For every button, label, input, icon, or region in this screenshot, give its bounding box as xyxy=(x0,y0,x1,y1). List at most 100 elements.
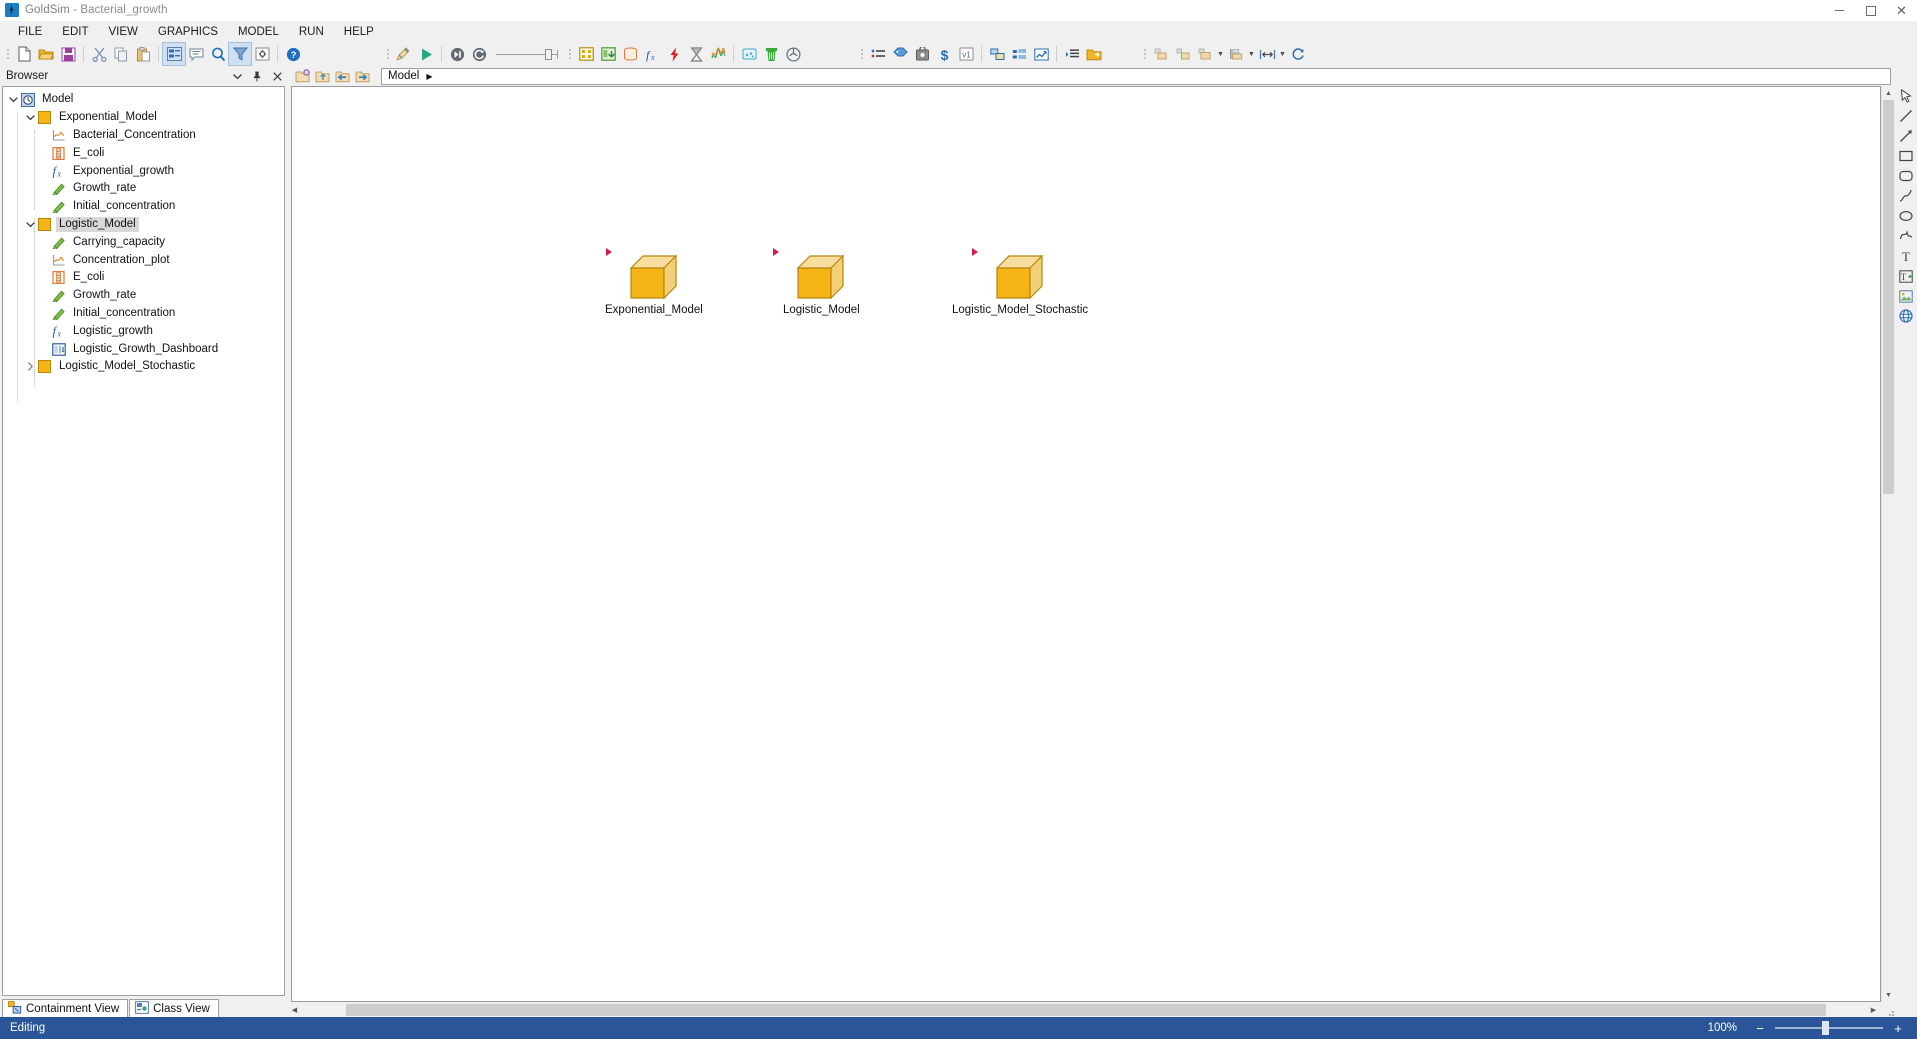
model-canvas[interactable]: Exponential_Model Logistic_Model Logisti… xyxy=(291,86,1881,1002)
tab-containment-view[interactable]: Containment View xyxy=(2,999,129,1017)
database-export-icon[interactable] xyxy=(1083,43,1105,65)
note-icon[interactable] xyxy=(185,43,207,65)
source-column-icon[interactable] xyxy=(760,43,782,65)
menu-item-graphics[interactable]: GRAPHICS xyxy=(148,24,228,40)
tree-item-logistic-model[interactable]: Logistic_Model xyxy=(3,216,284,234)
rotate-icon[interactable] xyxy=(1287,43,1309,65)
edit-mode-pencil-icon[interactable] xyxy=(393,43,415,65)
cost-dollar-icon[interactable]: $ xyxy=(933,43,955,65)
canvas-horizontal-scrollbar[interactable]: ◀ ▶ xyxy=(287,1002,1895,1017)
tab-class-view[interactable]: Class View xyxy=(129,999,219,1017)
close-button[interactable]: ✕ xyxy=(1886,0,1917,21)
zoom-slider[interactable] xyxy=(1775,1021,1883,1035)
chevron-expanded-icon[interactable] xyxy=(7,91,20,108)
canvas-node-exponential-model[interactable]: Exponential_Model xyxy=(605,248,703,316)
paste-icon[interactable] xyxy=(132,43,154,65)
hyperlink-globe-icon[interactable] xyxy=(1896,306,1916,326)
pin-icon[interactable] xyxy=(247,67,267,85)
menu-item-help[interactable]: HELP xyxy=(334,24,384,40)
breadcrumb[interactable]: Model ▶ xyxy=(381,67,1891,85)
chevron-down-icon[interactable] xyxy=(227,67,247,85)
timeseries-icon[interactable] xyxy=(707,43,729,65)
tree-item-initial-concentration-exponential[interactable]: Initial_concentration xyxy=(3,198,284,216)
step-to-end-icon[interactable] xyxy=(446,43,468,65)
scroll-left-button[interactable]: ◀ xyxy=(287,1003,302,1017)
toolbar-grip[interactable] xyxy=(858,46,865,62)
chevron-down-icon[interactable]: ▼ xyxy=(1216,43,1225,65)
minimize-button[interactable] xyxy=(1824,0,1855,21)
indent-list-icon[interactable] xyxy=(1061,43,1083,65)
text-box-tool-icon[interactable]: T xyxy=(1896,266,1916,286)
maximize-button[interactable] xyxy=(1855,0,1886,21)
pointer-select-icon[interactable] xyxy=(1896,86,1916,106)
tree-item-exponential-growth[interactable]: fx Exponential_growth xyxy=(3,162,284,180)
go-forward-folder-icon[interactable] xyxy=(353,67,373,85)
event-lightning-icon[interactable] xyxy=(663,43,685,65)
align-top-icon[interactable] xyxy=(1225,43,1247,65)
function-fx-icon[interactable]: fx xyxy=(641,43,663,65)
arrow-tool-icon[interactable] xyxy=(1896,126,1916,146)
menu-item-file[interactable]: FILE xyxy=(8,24,52,40)
line-tool-icon[interactable] xyxy=(1896,106,1916,126)
tree-item-logistic-growth[interactable]: fx Logistic_growth xyxy=(3,322,284,340)
help-question-icon[interactable]: ? xyxy=(282,43,304,65)
go-up-folder-icon[interactable] xyxy=(313,67,333,85)
distribute-icon[interactable] xyxy=(1256,43,1278,65)
toolbar-grip[interactable] xyxy=(1141,46,1148,62)
horizontal-scroll-track[interactable] xyxy=(302,1002,1866,1017)
scroll-up-button[interactable]: ▲ xyxy=(1882,86,1895,100)
cut-scissors-icon[interactable] xyxy=(88,43,110,65)
scroll-right-button[interactable]: ▶ xyxy=(1866,1003,1881,1017)
model-tree-container[interactable]: Model Exponential_Model Bacterial_Concen… xyxy=(2,86,285,996)
vertical-scroll-track[interactable] xyxy=(1882,100,1895,988)
chevron-collapsed-icon[interactable] xyxy=(24,358,37,375)
close-icon[interactable] xyxy=(267,67,287,85)
scroll-down-button[interactable]: ▼ xyxy=(1882,988,1895,1002)
tree-item-logistic-model-stochastic[interactable]: Logistic_Model_Stochastic xyxy=(3,358,284,376)
image-tool-icon[interactable] xyxy=(1896,286,1916,306)
save-icon[interactable] xyxy=(57,43,79,65)
horizontal-scroll-thumb[interactable] xyxy=(346,1003,1826,1016)
tree-item-model[interactable]: Model xyxy=(3,91,284,109)
run-play-icon[interactable] xyxy=(415,43,437,65)
find-search-icon[interactable] xyxy=(207,43,229,65)
menu-item-view[interactable]: VIEW xyxy=(99,24,148,40)
freeform-tool-icon[interactable] xyxy=(1896,226,1916,246)
delay-hourglass-icon[interactable] xyxy=(685,43,707,65)
tree-item-growth-rate-logistic[interactable]: Growth_rate xyxy=(3,287,284,305)
filter-funnel-icon[interactable] xyxy=(228,42,252,66)
canvas-node-logistic-model[interactable]: Logistic_Model xyxy=(773,248,860,316)
folder-model-icon[interactable] xyxy=(293,67,313,85)
browser-panel-icon[interactable] xyxy=(162,42,186,66)
go-back-folder-icon[interactable] xyxy=(333,67,353,85)
ellipse-tool-icon[interactable] xyxy=(1896,206,1916,226)
menu-item-edit[interactable]: EDIT xyxy=(52,24,98,40)
new-file-icon[interactable] xyxy=(13,43,35,65)
options-gear-icon[interactable] xyxy=(251,43,273,65)
reservoir-icon[interactable] xyxy=(619,43,641,65)
tree-item-exponential-model[interactable]: Exponential_Model xyxy=(3,109,284,127)
zoom-out-button[interactable]: − xyxy=(1751,1021,1769,1036)
safe-risk-icon[interactable] xyxy=(911,43,933,65)
influence-diagram-icon[interactable] xyxy=(1008,43,1030,65)
chevron-down-icon[interactable]: ▼ xyxy=(1247,43,1256,65)
align-left-icon[interactable] xyxy=(1150,43,1172,65)
zoom-in-button[interactable]: + xyxy=(1889,1021,1907,1036)
text-tool-icon[interactable]: T xyxy=(1896,246,1916,266)
open-folder-icon[interactable] xyxy=(35,43,57,65)
toolbar-grip[interactable] xyxy=(4,46,11,62)
reset-icon[interactable] xyxy=(468,43,490,65)
tree-item-e-coli-logistic[interactable]: E_coli xyxy=(3,269,284,287)
breadcrumb-separator-icon[interactable]: ▶ xyxy=(426,72,432,81)
tree-item-concentration-plot[interactable]: Concentration_plot xyxy=(3,251,284,269)
resize-grip[interactable] xyxy=(1881,1003,1895,1017)
tree-item-logistic-growth-dashboard[interactable]: Logistic_Growth_Dashboard xyxy=(3,340,284,358)
vertical-scroll-thumb[interactable] xyxy=(1883,100,1894,494)
tree-item-e-coli-exponential[interactable]: E_coli xyxy=(3,144,284,162)
tree-item-bacterial-concentration[interactable]: Bacterial_Concentration xyxy=(3,127,284,145)
chevron-down-icon[interactable]: ▼ xyxy=(1278,43,1287,65)
toolbar-grip[interactable] xyxy=(566,46,573,62)
tree-item-growth-rate-exponential[interactable]: Growth_rate xyxy=(3,180,284,198)
align-center-icon[interactable] xyxy=(1172,43,1194,65)
align-group-icon[interactable] xyxy=(1194,43,1216,65)
